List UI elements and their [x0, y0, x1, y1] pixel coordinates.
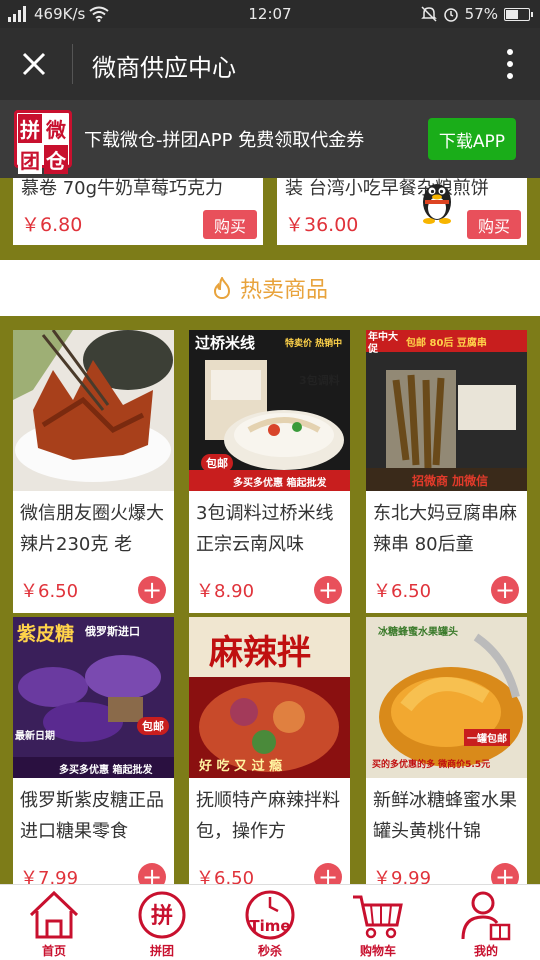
sale-corner-label: 年中大促	[368, 332, 398, 355]
product-image: 紫皮糖 俄罗斯进口 最新日期 包邮 多买多优惠 箱起批发	[13, 617, 174, 778]
qq-penguin-icon[interactable]	[418, 178, 456, 224]
product-name: 俄罗斯紫皮糖正品进口糖果零食	[20, 790, 164, 842]
product-price: ￥6.80	[21, 214, 83, 236]
product-name: 东北大妈豆腐串麻辣串 80后童	[373, 503, 517, 555]
product-image: 冰糖蜂蜜水果罐头 一罐包邮 买的多优惠的多 微商价5.5元	[366, 617, 527, 778]
logo-char: 微	[44, 114, 68, 143]
image-promo: 多买多优惠 箱起批发	[233, 478, 327, 489]
logo-char: 仓	[44, 145, 68, 174]
app-logo: 拼 微 团 仓	[14, 110, 72, 174]
product-image: 过桥米线 特卖价 热销中 3包调料 包邮 多买多优惠 箱起批发	[189, 330, 350, 491]
group-buy-icon-char: 拼	[151, 903, 173, 929]
product-grid: 微信朋友圈火爆大辣片230克 老 ￥6.50 + 过桥米线 特卖价 热销中 3包…	[0, 316, 540, 900]
mute-icon	[420, 6, 437, 22]
product-card[interactable]: 慕卷 70g牛奶草莓巧克力 ￥6.80 购买	[13, 178, 263, 245]
image-date-label: 最新日期	[15, 731, 55, 742]
logo-char: 团	[18, 145, 42, 174]
free-shipping-badge: 包邮	[137, 717, 169, 735]
image-title: 麻辣拌	[209, 633, 311, 673]
product-card[interactable]: 年中大促 包邮 80后 豆腐串 招微商 加微信 东北大妈豆腐串麻辣串 80后童 …	[366, 330, 527, 613]
clock-icon: Time	[245, 890, 295, 940]
product-name: 慕卷 70g牛奶草莓巧克力	[21, 178, 224, 199]
image-top-text: 包邮 80后 豆腐串	[406, 338, 487, 349]
product-price: ￥8.90	[196, 581, 255, 602]
banner-text: 下载微仓-拼团APP 免费领取代金券	[84, 130, 365, 151]
status-bar: 469K/s 12:07 57%	[0, 0, 540, 28]
tab-label: 我的	[473, 944, 498, 958]
image-title: 过桥米线	[195, 334, 256, 352]
product-name: 抚顺特产麻辣拌料包，操作方	[196, 790, 340, 842]
shopping-cart-icon	[353, 895, 403, 939]
product-card[interactable]: 装 台湾小吃早餐杂粮煎饼 ￥36.00 购买	[277, 178, 527, 245]
more-menu-icon[interactable]	[504, 46, 516, 82]
add-to-cart-button[interactable]: +	[314, 576, 342, 604]
tab-flash-sale[interactable]: Time 秒杀	[216, 885, 324, 960]
product-image: 年中大促 包邮 80后 豆腐串 招微商 加微信	[366, 330, 527, 491]
image-title: 紫皮糖	[17, 623, 75, 645]
product-price: ￥36.00	[285, 214, 359, 236]
product-card[interactable]: 微信朋友圈火爆大辣片230克 老 ￥6.50 +	[13, 330, 174, 613]
page-title: 微商供应中心	[92, 54, 236, 82]
app-download-banner: 拼 微 团 仓 下载微仓-拼团APP 免费领取代金券 下载APP	[0, 100, 540, 178]
download-app-button[interactable]: 下载APP	[428, 118, 516, 160]
free-shipping-badge: 一罐包邮	[464, 729, 510, 746]
close-icon[interactable]	[16, 46, 52, 82]
product-card[interactable]: 冰糖蜂蜜水果罐头 一罐包邮 买的多优惠的多 微商价5.5元 新鲜冰糖蜂蜜水果罐头…	[366, 617, 527, 900]
add-to-cart-button[interactable]: +	[138, 576, 166, 604]
hot-section-header: 热卖商品	[0, 260, 540, 316]
product-card[interactable]: 紫皮糖 俄罗斯进口 最新日期 包邮 多买多优惠 箱起批发 俄罗斯紫皮糖正品进口糖…	[13, 617, 174, 900]
product-name: 3包调料过桥米线正宗云南风味	[196, 503, 334, 555]
group-buy-icon: 拼	[138, 891, 186, 939]
alarm-icon	[443, 8, 458, 22]
product-name: 新鲜冰糖蜂蜜水果罐头黄桃什锦	[373, 790, 517, 842]
image-subtitle: 俄罗斯进口	[85, 625, 140, 638]
nav-divider	[72, 44, 73, 84]
nav-bar: 微商供应中心	[0, 28, 540, 100]
product-card[interactable]: 麻辣拌 好 吃 又 过 瘾 抚顺特产麻辣拌料包，操作方 ￥6.50 +	[189, 617, 350, 900]
top-products-section: 慕卷 70g牛奶草莓巧克力 ￥6.80 购买 装 台湾小吃早餐杂粮煎饼 ￥36.…	[0, 178, 540, 260]
image-top-text: 冰糖蜂蜜水果罐头	[378, 627, 458, 638]
product-card[interactable]: 过桥米线 特卖价 热销中 3包调料 包邮 多买多优惠 箱起批发 3包调料过桥米线…	[189, 330, 350, 613]
section-title: 热卖商品	[239, 278, 328, 303]
image-tag: 3包调料	[299, 374, 340, 387]
flame-icon	[213, 277, 230, 299]
tab-home[interactable]: 首页	[0, 885, 108, 960]
add-to-cart-button[interactable]: +	[491, 576, 519, 604]
tab-profile[interactable]: 我的	[432, 885, 540, 960]
tab-label: 首页	[41, 944, 66, 958]
battery-percent: 57%	[464, 5, 498, 23]
logo-char: 拼	[18, 114, 42, 143]
buy-button[interactable]: 购买	[203, 210, 257, 239]
product-price: ￥6.50	[20, 581, 79, 602]
tab-cart[interactable]: 购物车	[324, 885, 432, 960]
bottom-tab-bar: 首页 拼 拼团 Time 秒杀 购物车 我的	[0, 884, 540, 960]
clock-icon-text: Time	[249, 917, 290, 935]
image-bottom-text: 好 吃 又 过 瘾	[199, 759, 283, 774]
image-recruit-text: 招微商 加微信	[412, 474, 489, 488]
free-shipping-badge: 包邮	[201, 454, 233, 472]
tab-label: 秒杀	[257, 944, 282, 958]
product-image	[13, 330, 174, 491]
home-icon	[29, 890, 79, 939]
image-promo: 买的多优惠的多 微商价5.5元	[372, 760, 491, 770]
product-image: 麻辣拌 好 吃 又 过 瘾	[189, 617, 350, 778]
buy-button[interactable]: 购买	[467, 210, 521, 239]
product-price: ￥6.50	[373, 581, 432, 602]
image-promo: 多买多优惠 箱起批发	[59, 765, 153, 776]
user-gift-icon	[461, 891, 511, 941]
tab-label: 购物车	[359, 944, 396, 958]
tab-group-buy[interactable]: 拼 拼团	[108, 885, 216, 960]
product-name: 微信朋友圈火爆大辣片230克 老	[20, 503, 164, 555]
tab-label: 拼团	[149, 944, 174, 958]
product-name: 装 台湾小吃早餐杂粮煎饼	[285, 178, 489, 199]
image-stamp: 特卖价 热销中	[285, 339, 343, 349]
battery-icon	[504, 7, 533, 21]
